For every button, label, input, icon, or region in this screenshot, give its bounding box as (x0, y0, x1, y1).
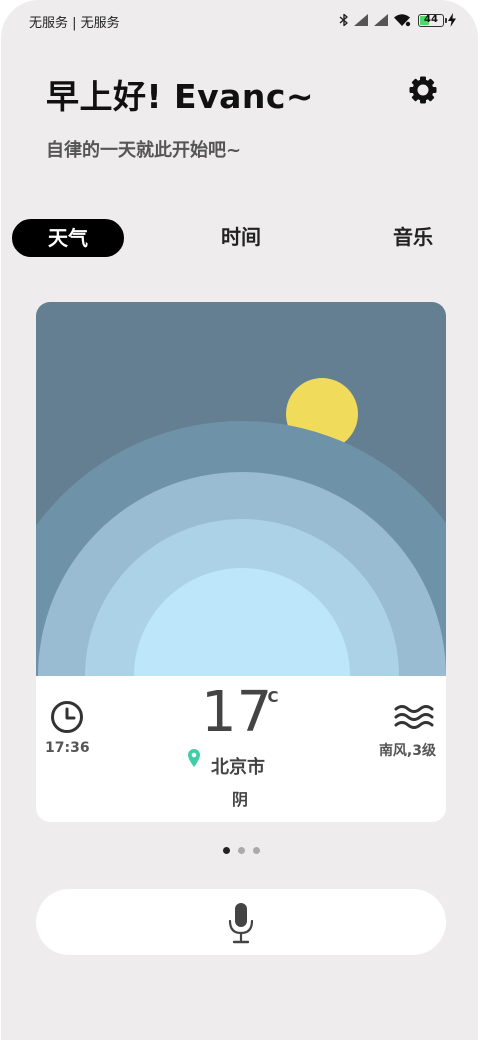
status-bar: 无服务 | 无服务 44 (1, 0, 478, 40)
battery-cap (445, 17, 447, 23)
page-dot[interactable] (253, 847, 260, 854)
gear-icon[interactable] (407, 74, 439, 106)
status-icons: 44 (339, 11, 456, 29)
tab-time[interactable]: 时间 (191, 219, 291, 255)
current-time: 17:36 (45, 740, 90, 756)
app-screen: 无服务 | 无服务 44 早上好! Evanc~ 自律的一天就此开始吧~ 天气 … (1, 0, 478, 1040)
tab-music[interactable]: 音乐 (363, 219, 463, 255)
charging-icon (448, 13, 456, 27)
page-dot[interactable] (223, 847, 230, 854)
wifi-icon (394, 14, 411, 27)
weather-illustration (36, 302, 446, 676)
tab-weather[interactable]: 天气 (12, 219, 124, 257)
city-name: 北京市 (211, 757, 265, 778)
clock-icon (51, 701, 83, 733)
greeting-subtitle: 自律的一天就此开始吧~ (46, 140, 242, 161)
bluetooth-icon (339, 13, 348, 27)
carrier-text: 无服务 | 无服务 (29, 16, 120, 31)
temperature-unit: °C (260, 688, 279, 706)
tab-bar: 天气 时间 音乐 (1, 219, 478, 257)
wind-info: 南风,3级 (378, 743, 436, 759)
battery-icon: 44 (418, 13, 447, 27)
location-pin-icon (188, 749, 200, 767)
page-dot[interactable] (238, 847, 245, 854)
wind-icon (394, 705, 434, 729)
battery-level-text: 44 (424, 13, 438, 25)
page-indicator (223, 847, 260, 854)
greeting-title: 早上好! Evanc~ (46, 77, 315, 116)
weather-card[interactable]: 17:36 17 °C 北京市 阴 南风,3级 (36, 302, 446, 822)
voice-input-button[interactable] (36, 889, 446, 955)
microphone-icon (228, 903, 254, 944)
signal-icon (374, 14, 388, 26)
signal-icon (354, 14, 368, 26)
weather-condition: 阴 (232, 790, 249, 809)
